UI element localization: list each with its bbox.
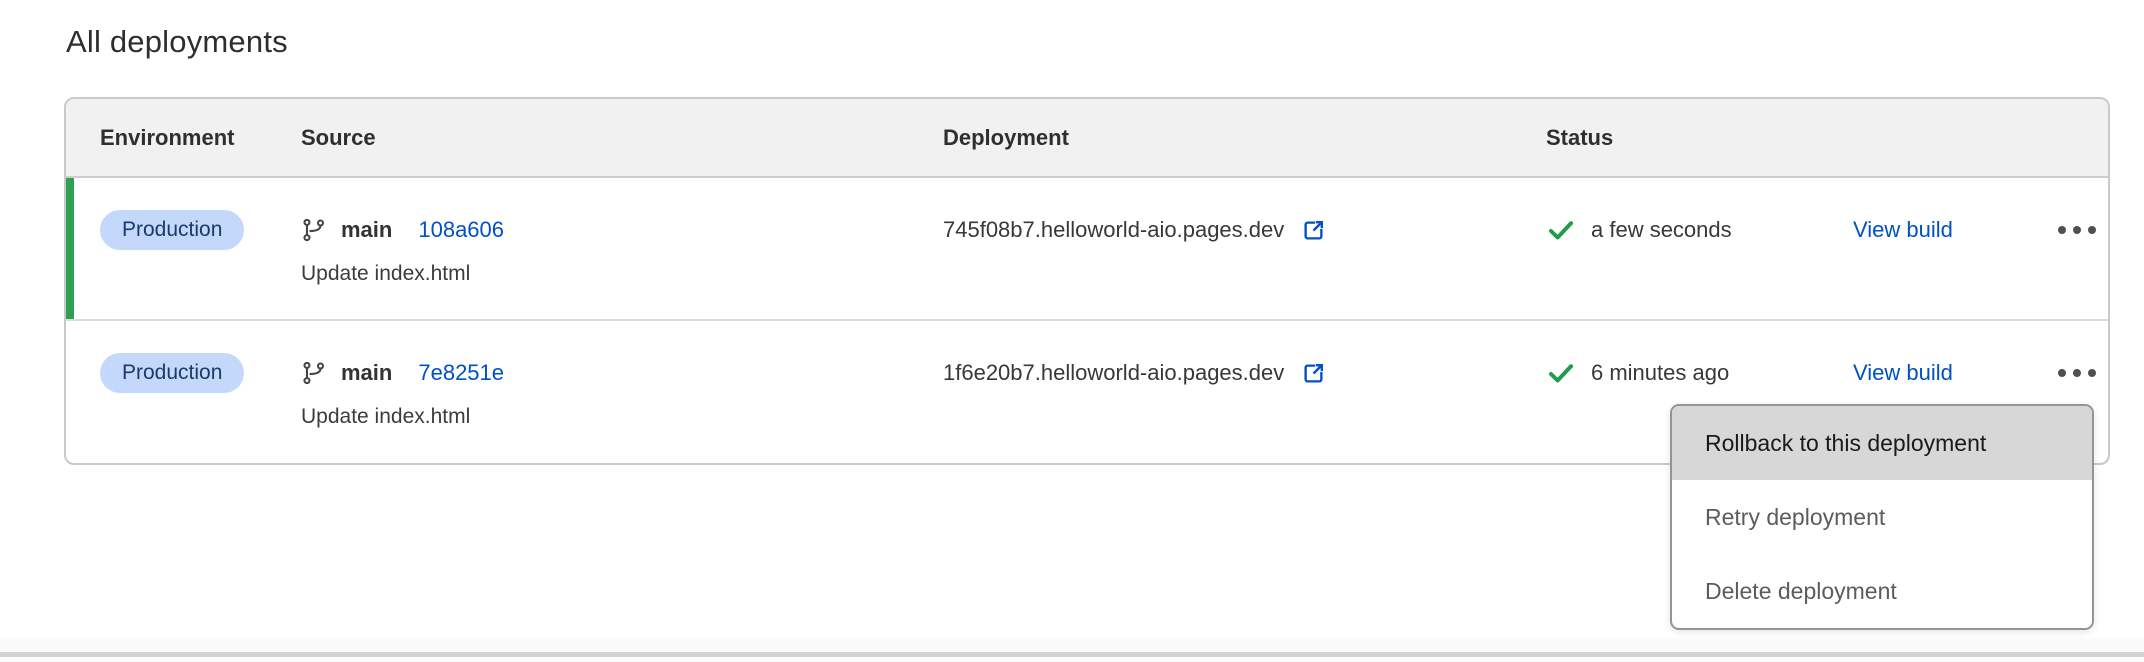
table-row: Production main 108a606 Update index.htm… [66,178,2108,321]
branch-name: main [341,360,392,386]
git-branch-icon [301,360,327,386]
menu-item-delete[interactable]: Delete deployment [1672,554,2092,628]
environment-badge: Production [100,210,244,249]
deployment-url: 1f6e20b7.helloworld-aio.pages.dev [943,360,1284,386]
check-icon [1546,358,1576,388]
external-link-icon[interactable] [1300,360,1327,387]
commit-message: Update index.html [301,403,943,431]
column-header-environment: Environment [66,125,301,151]
status-text: a few seconds [1591,217,1732,243]
section-divider-band [0,638,2144,652]
column-header-deployment: Deployment [943,125,1546,151]
menu-item-rollback[interactable]: Rollback to this deployment [1672,406,2092,480]
menu-item-retry[interactable]: Retry deployment [1672,480,2092,554]
page-title: All deployments [66,24,288,60]
kebab-menu-button[interactable] [2048,359,2106,387]
view-build-link[interactable]: View build [1853,217,1953,243]
git-branch-icon [301,217,327,243]
view-build-link[interactable]: View build [1853,360,1953,386]
kebab-icon [2058,369,2066,377]
column-header-source: Source [301,125,943,151]
external-link-icon[interactable] [1300,217,1327,244]
commit-message: Update index.html [301,260,943,288]
deployment-context-menu: Rollback to this deployment Retry deploy… [1670,404,2094,630]
environment-badge: Production [100,353,244,392]
branch-name: main [341,217,392,243]
column-header-status: Status [1546,125,1853,151]
status-text: 6 minutes ago [1591,360,1729,386]
commit-link[interactable]: 108a606 [418,217,504,243]
section-divider-under [0,657,2144,662]
commit-link[interactable]: 7e8251e [418,360,504,386]
deployment-url: 745f08b7.helloworld-aio.pages.dev [943,217,1284,243]
table-header-row: Environment Source Deployment Status [66,99,2108,178]
kebab-menu-button[interactable] [2048,216,2106,244]
active-deployment-indicator [66,178,74,319]
check-icon [1546,215,1576,245]
kebab-icon [2058,226,2066,234]
